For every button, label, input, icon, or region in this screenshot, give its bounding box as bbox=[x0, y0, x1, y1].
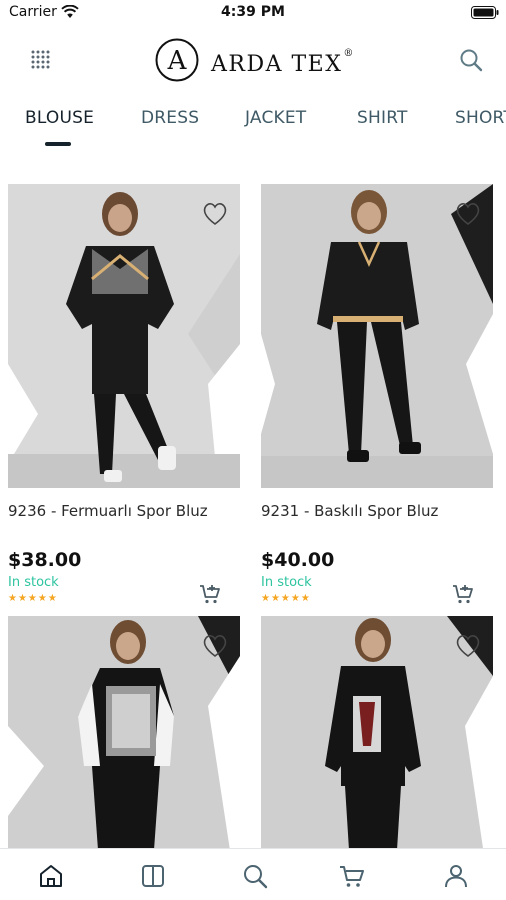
product-name[interactable]: 9231 - Baskılı Spor Bluz bbox=[261, 502, 501, 520]
tab-shirt[interactable]: SHIRT bbox=[357, 108, 408, 128]
product-photo bbox=[261, 184, 493, 488]
product-name[interactable]: 9236 - Fermuarlı Spor Bluz bbox=[8, 502, 248, 520]
tab-blouse[interactable]: BLOUSE bbox=[25, 108, 94, 128]
tab-short[interactable]: SHORT bbox=[455, 108, 506, 128]
profile-icon[interactable] bbox=[442, 862, 470, 890]
clock-label: 4:39 PM bbox=[221, 4, 285, 20]
bottom-nav bbox=[0, 848, 506, 900]
heart-icon[interactable] bbox=[451, 628, 485, 662]
product-image[interactable] bbox=[8, 184, 240, 488]
cart-icon[interactable] bbox=[338, 862, 366, 890]
search-icon[interactable] bbox=[241, 862, 269, 890]
product-image[interactable] bbox=[261, 184, 493, 488]
status-bar: Carrier 4:39 PM bbox=[0, 0, 506, 26]
app-header: A ARDA TEX® bbox=[0, 30, 506, 90]
stock-status: In stock bbox=[8, 575, 59, 590]
brand-logo: A bbox=[155, 38, 199, 82]
grid-dots-icon[interactable] bbox=[27, 46, 55, 74]
stock-status: In stock bbox=[261, 575, 312, 590]
home-icon[interactable] bbox=[37, 862, 65, 890]
tab-dress[interactable]: DRESS bbox=[141, 108, 199, 128]
category-tabs: BLOUSE DRESS JACKET SHIRT SHORT bbox=[0, 108, 506, 152]
active-tab-indicator bbox=[45, 142, 71, 146]
heart-icon[interactable] bbox=[451, 196, 485, 230]
brand-name: ARDA TEX® bbox=[211, 47, 355, 77]
heart-icon[interactable] bbox=[198, 628, 232, 662]
svg-text:A: A bbox=[167, 46, 188, 76]
tab-jacket[interactable]: JACKET bbox=[245, 108, 306, 128]
add-to-cart-icon[interactable] bbox=[198, 582, 222, 606]
heart-icon[interactable] bbox=[198, 196, 232, 230]
registered-mark: ® bbox=[343, 47, 355, 59]
product-photo bbox=[8, 184, 240, 488]
battery-icon bbox=[471, 6, 499, 19]
rating-stars: ★★★★★ bbox=[8, 593, 58, 604]
add-to-cart-icon[interactable] bbox=[451, 582, 475, 606]
rating-stars: ★★★★★ bbox=[261, 593, 311, 604]
catalog-icon[interactable] bbox=[139, 862, 167, 890]
search-icon[interactable] bbox=[458, 47, 484, 73]
product-price: $38.00 bbox=[8, 549, 82, 571]
product-price: $40.00 bbox=[261, 549, 335, 571]
brand: A ARDA TEX® bbox=[155, 38, 355, 82]
